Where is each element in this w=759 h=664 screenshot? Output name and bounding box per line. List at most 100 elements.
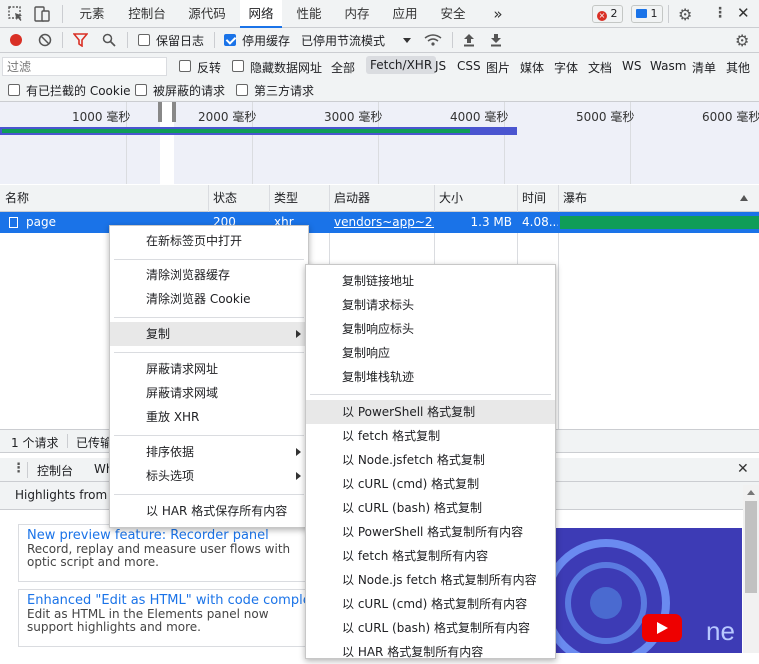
more-options-icon[interactable]: ⋮ xyxy=(713,5,727,21)
settings-gear-icon[interactable]: ⚙ xyxy=(678,5,692,24)
preserve-log-checkbox[interactable] xyxy=(138,34,150,46)
type-filter-all[interactable]: 全部 xyxy=(331,59,355,76)
type-filter-font[interactable]: 字体 xyxy=(554,59,578,76)
drawer-tab-console[interactable]: 控制台 xyxy=(37,462,73,479)
clear-icon[interactable] xyxy=(38,33,52,50)
submenu-item-copy-powershell[interactable]: 以 PowerShell 格式复制 xyxy=(306,400,555,424)
close-drawer-icon[interactable]: ✕ xyxy=(737,461,749,477)
submenu-item-copy-all-powershell[interactable]: 以 PowerShell 格式复制所有内容 xyxy=(306,520,555,544)
filter-icon[interactable] xyxy=(72,33,89,50)
submenu-item-copy-stack-trace[interactable]: 复制堆栈轨迹 xyxy=(306,365,555,389)
submenu-item-copy-response[interactable]: 复制响应 xyxy=(306,341,555,365)
tab-memory[interactable]: 内存 xyxy=(336,0,378,28)
tab-performance[interactable]: 性能 xyxy=(288,0,330,28)
disable-cache-checkbox[interactable] xyxy=(224,34,236,46)
menu-item-copy[interactable]: 复制 xyxy=(110,322,308,346)
drawer-scrollbar[interactable] xyxy=(743,485,759,653)
type-filter-img[interactable]: 图片 xyxy=(486,59,510,76)
tab-security[interactable]: 安全 xyxy=(432,0,474,28)
hide-data-urls-checkbox[interactable] xyxy=(232,60,244,72)
type-filter-ws[interactable]: WS xyxy=(622,59,641,73)
submenu-item-copy-all-curl-bash[interactable]: 以 cURL (bash) 格式复制所有内容 xyxy=(306,616,555,640)
menu-item-block-domain[interactable]: 屏蔽请求网域 xyxy=(110,381,308,405)
menu-item-header-options[interactable]: 标头选项 xyxy=(110,464,308,488)
column-initiator[interactable]: 启动器 xyxy=(329,185,434,212)
tab-application[interactable]: 应用 xyxy=(384,0,426,28)
column-status[interactable]: 状态 xyxy=(208,185,269,212)
type-filter-media[interactable]: 媒体 xyxy=(520,59,544,76)
overview-handle-left[interactable] xyxy=(158,102,162,122)
column-name[interactable]: 名称 xyxy=(0,185,208,212)
video-thumbnail[interactable]: ne xyxy=(556,528,742,653)
drawer-more-icon[interactable]: ⋮ xyxy=(12,461,25,476)
card-title[interactable]: New preview feature: Recorder panel xyxy=(27,528,309,543)
network-conditions-icon[interactable] xyxy=(424,33,442,50)
message-count-badge[interactable]: 1 xyxy=(631,5,663,23)
tab-network[interactable]: 网络 xyxy=(240,0,282,28)
blocked-cookies-label: 有已拦截的 Cookie xyxy=(26,84,131,98)
menu-item-open-new-tab[interactable]: 在新标签页中打开 xyxy=(110,229,308,253)
tab-console[interactable]: 控制台 xyxy=(120,0,174,28)
menu-item-block-url[interactable]: 屏蔽请求网址 xyxy=(110,357,308,381)
network-settings-gear-icon[interactable]: ⚙ xyxy=(735,31,749,50)
type-filter-js[interactable]: JS xyxy=(435,59,446,73)
type-filter-css[interactable]: CSS xyxy=(457,59,481,73)
column-type[interactable]: 类型 xyxy=(269,185,329,212)
export-har-icon[interactable] xyxy=(490,32,502,50)
filter-input[interactable] xyxy=(2,57,167,76)
submenu-item-copy-all-curl-cmd[interactable]: 以 cURL (cmd) 格式复制所有内容 xyxy=(306,592,555,616)
context-menu: 在新标签页中打开 清除浏览器缓存 清除浏览器 Cookie 复制 屏蔽请求网址 … xyxy=(109,225,309,528)
menu-item-clear-cookies[interactable]: 清除浏览器 Cookie xyxy=(110,287,308,311)
row-initiator-link[interactable]: vendors~app~2... xyxy=(329,212,434,233)
type-filter-doc[interactable]: 文档 xyxy=(588,59,612,76)
submenu-item-copy-all-nodejs-fetch[interactable]: 以 Node.js fetch 格式复制所有内容 xyxy=(306,568,555,592)
search-icon[interactable] xyxy=(102,33,116,50)
tab-sources[interactable]: 源代码 xyxy=(180,0,234,28)
submenu-item-copy-all-fetch[interactable]: 以 fetch 格式复制所有内容 xyxy=(306,544,555,568)
submenu-item-copy-nodejs-fetch[interactable]: 以 Node.jsfetch 格式复制 xyxy=(306,448,555,472)
tab-elements[interactable]: 元素 xyxy=(70,0,114,28)
type-filter-manifest[interactable]: 清单 xyxy=(692,59,716,76)
submenu-item-copy-response-headers[interactable]: 复制响应标头 xyxy=(306,317,555,341)
record-icon[interactable] xyxy=(10,34,22,46)
invert-label: 反转 xyxy=(197,61,222,75)
third-party-checkbox[interactable] xyxy=(236,84,248,96)
blocked-requests-checkbox[interactable] xyxy=(135,84,147,96)
close-devtools-icon[interactable]: ✕ xyxy=(737,4,750,22)
network-overview[interactable]: 1000 毫秒 2000 毫秒 3000 毫秒 4000 毫秒 5000 毫秒 … xyxy=(0,102,759,184)
error-count-badge[interactable]: × 2 xyxy=(592,5,623,23)
device-toolbar-icon[interactable] xyxy=(34,5,50,26)
submenu-item-copy-curl-cmd[interactable]: 以 cURL (cmd) 格式复制 xyxy=(306,472,555,496)
submenu-item-copy-curl-bash[interactable]: 以 cURL (bash) 格式复制 xyxy=(306,496,555,520)
type-filter-fetch-xhr[interactable]: Fetch/XHR xyxy=(366,56,437,74)
throttling-select[interactable]: 已停用节流模式 xyxy=(301,32,385,49)
menu-item-replay-xhr[interactable]: 重放 XHR xyxy=(110,405,308,429)
menu-item-clear-cache[interactable]: 清除浏览器缓存 xyxy=(110,263,308,287)
whats-new-card[interactable]: New preview feature: Recorder panel Reco… xyxy=(18,524,318,582)
menu-item-sort-by[interactable]: 排序依据 xyxy=(110,440,308,464)
card-description: Edit as HTML in the Elements panel now s… xyxy=(27,607,269,634)
card-title[interactable]: Enhanced "Edit as HTML" with code comple… xyxy=(27,593,309,608)
whats-new-card[interactable]: Enhanced "Edit as HTML" with code comple… xyxy=(18,589,318,647)
column-size[interactable]: 大小 xyxy=(434,185,517,212)
column-time[interactable]: 时间 xyxy=(517,185,558,212)
invert-checkbox[interactable] xyxy=(179,60,191,72)
overview-handle-right[interactable] xyxy=(172,102,176,122)
inspect-element-icon[interactable] xyxy=(8,6,24,25)
submenu-item-copy-link[interactable]: 复制链接地址 xyxy=(306,269,555,293)
column-waterfall[interactable]: 瀑布 xyxy=(558,185,738,212)
scroll-up-arrow-icon[interactable] xyxy=(747,490,755,495)
chevron-down-icon[interactable] xyxy=(403,38,411,43)
play-button-icon[interactable] xyxy=(642,614,682,642)
submenu-item-copy-fetch[interactable]: 以 fetch 格式复制 xyxy=(306,424,555,448)
import-har-icon[interactable] xyxy=(463,32,475,50)
type-filter-other[interactable]: 其他 xyxy=(726,59,750,76)
scrollbar-thumb[interactable] xyxy=(745,501,757,593)
submenu-item-copy-all-har[interactable]: 以 HAR 格式复制所有内容 xyxy=(306,640,555,664)
submenu-item-copy-request-headers[interactable]: 复制请求标头 xyxy=(306,293,555,317)
type-filter-wasm[interactable]: Wasm xyxy=(650,59,686,73)
menu-item-save-har[interactable]: 以 HAR 格式保存所有内容 xyxy=(110,499,308,523)
more-tabs-button[interactable]: » xyxy=(486,0,510,28)
preserve-log-label: 保留日志 xyxy=(156,34,205,48)
blocked-cookies-checkbox[interactable] xyxy=(8,84,20,96)
